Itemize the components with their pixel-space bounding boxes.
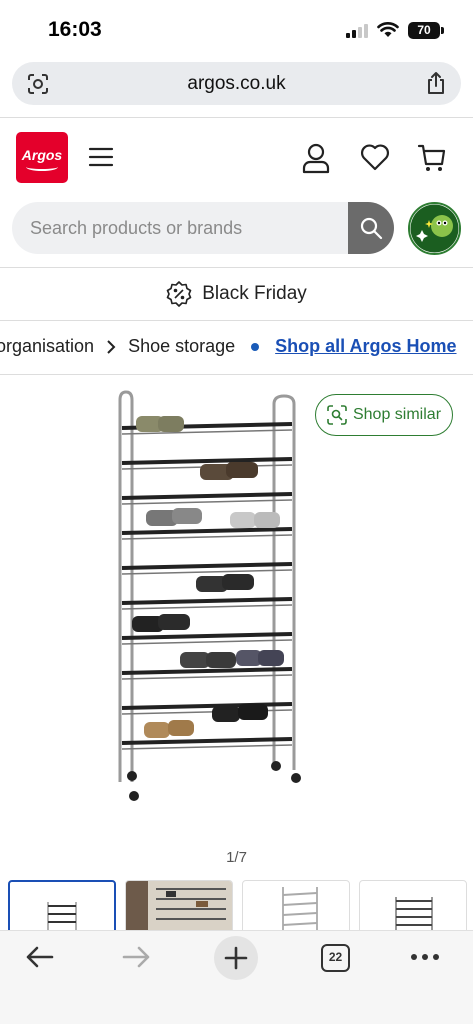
- thumbnail-1[interactable]: [8, 880, 116, 930]
- thumbnail-strip: [8, 880, 473, 930]
- thumbnail-2[interactable]: [125, 880, 233, 930]
- more-icon[interactable]: [410, 953, 440, 961]
- sparkle-avatar-icon: [410, 204, 459, 253]
- image-counter: 1/7: [226, 849, 247, 866]
- wifi-icon: [377, 22, 399, 37]
- product-image[interactable]: [0, 376, 473, 846]
- thumbnail-image: [395, 897, 433, 930]
- breadcrumb-item[interactable]: organisation: [0, 336, 94, 357]
- tabs-icon[interactable]: 22: [321, 944, 350, 972]
- address-bar[interactable]: argos.co.uk: [12, 62, 461, 105]
- black-friday-label: Black Friday: [202, 283, 307, 304]
- thumbnail-image: [47, 902, 77, 930]
- thumbnail-image: [282, 887, 318, 930]
- sparkle-avatar-button[interactable]: [408, 202, 461, 255]
- heart-icon[interactable]: [360, 142, 390, 172]
- divider: [0, 117, 473, 118]
- thumbnail-image: [126, 881, 232, 930]
- shop-similar-button[interactable]: Shop similar: [315, 394, 453, 436]
- account-icon[interactable]: [301, 142, 331, 174]
- breadcrumb: organisation Shoe storage Shop all Argos…: [0, 321, 473, 374]
- battery-icon: 70: [408, 22, 444, 39]
- share-icon[interactable]: [425, 71, 447, 95]
- shop-similar-label: Shop similar: [352, 406, 442, 423]
- status-time: 16:03: [48, 18, 102, 41]
- search-icon: [360, 217, 383, 240]
- bullet-dot: [251, 342, 260, 351]
- divider: [0, 374, 473, 375]
- signal-icon: [346, 24, 368, 38]
- plus-icon: [224, 946, 248, 970]
- breadcrumb-item[interactable]: Shoe storage: [128, 336, 235, 357]
- new-tab-button[interactable]: [214, 936, 258, 980]
- thumbnail-3[interactable]: [242, 880, 350, 930]
- chevron-right-icon: [107, 339, 116, 354]
- thumbnail-4[interactable]: [359, 880, 467, 930]
- browser-toolbar: 22: [0, 930, 473, 1024]
- back-arrow-icon[interactable]: [24, 945, 54, 969]
- url-text[interactable]: argos.co.uk: [12, 73, 461, 95]
- search-bar: [12, 202, 394, 254]
- menu-icon[interactable]: [88, 146, 114, 168]
- basket-icon[interactable]: [417, 142, 447, 174]
- black-friday-banner[interactable]: Black Friday: [0, 268, 473, 320]
- argos-logo[interactable]: Argos: [16, 132, 68, 183]
- status-bar: 16:03 70: [0, 0, 473, 58]
- search-input[interactable]: [12, 202, 348, 254]
- percent-badge-icon: [166, 281, 192, 307]
- shop-all-argos-home-link[interactable]: Shop all Argos Home: [275, 336, 456, 357]
- forward-arrow-icon[interactable]: [122, 945, 152, 969]
- shop-similar-icon: [327, 405, 347, 425]
- search-button[interactable]: [348, 202, 394, 254]
